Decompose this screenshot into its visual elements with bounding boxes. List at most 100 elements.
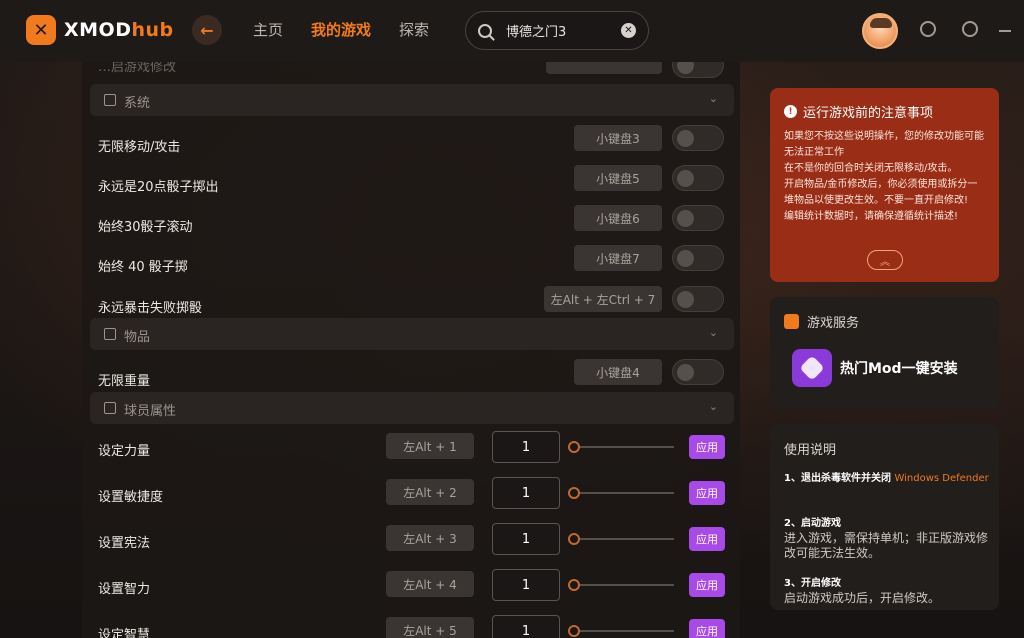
guide-step: 2、启动游戏 进入游戏，需保持单机；非正版游戏修改可能无法生效。	[784, 516, 989, 561]
value-input[interactable]: 1	[492, 569, 560, 601]
mod-label: 设置宪法	[98, 536, 151, 551]
value-row: 设置智力 左Alt + 4 1 应用	[82, 566, 740, 612]
value-slider[interactable]	[568, 440, 674, 454]
apply-button[interactable]: 应用	[689, 435, 725, 459]
clipped-hotkey-chip	[546, 62, 662, 74]
search-input[interactable]: 博德之门3	[506, 21, 621, 40]
apply-button[interactable]: 应用	[689, 573, 725, 597]
top-bar: ✕ XMODhub ← 主页 我的游戏 探索 博德之门3 ✕	[0, 0, 1024, 62]
clipped-toggle[interactable]	[672, 62, 724, 78]
section-player-attributes[interactable]: 球员属性 ⌄	[90, 392, 734, 424]
mod-label: 设定力量	[98, 444, 151, 459]
search-icon	[478, 23, 492, 38]
hotkey-chip[interactable]: 小键盘5	[574, 165, 662, 191]
notice-title-text: 运行游戏前的注意事项	[803, 106, 934, 121]
value-row: 设定智慧 左Alt + 5 1 应用	[82, 612, 740, 638]
value-slider[interactable]	[568, 532, 674, 546]
step-highlight: Windows Defender	[894, 473, 989, 484]
section-label: 系统	[124, 96, 151, 111]
apply-button[interactable]: 应用	[689, 481, 725, 505]
apply-button[interactable]: 应用	[689, 527, 725, 551]
step-title: 2、启动游戏	[784, 518, 841, 529]
value-slider[interactable]	[568, 578, 674, 592]
nav-explore[interactable]: 探索	[399, 19, 429, 40]
services-title: 游戏服务	[807, 316, 860, 331]
value-input[interactable]: 1	[492, 477, 560, 509]
step-desc: 进入游戏，需保持单机；非正版游戏修改可能无法生效。	[784, 531, 989, 560]
mod-toggle[interactable]	[672, 125, 724, 151]
box-plus-icon	[104, 328, 116, 340]
clear-search-icon[interactable]: ✕	[621, 23, 636, 38]
mod-list-panel[interactable]: …启游戏修改 系统 ⌄ 无限移动/攻击 小键盘3 永远是20点骰子掷出 小键盘5…	[82, 62, 740, 638]
mod-label: 设定智慧	[98, 628, 151, 638]
mod-label: 无限移动/攻击	[98, 140, 181, 155]
value-input[interactable]: 1	[492, 615, 560, 638]
value-row: 设定力量 左Alt + 1 1 应用	[82, 428, 740, 474]
hotkey-chip[interactable]: 左Alt + 左Ctrl + 7	[544, 286, 662, 312]
user-avatar[interactable]	[862, 13, 898, 49]
box-icon	[784, 314, 799, 329]
value-input[interactable]: 1	[492, 523, 560, 555]
brand-logo[interactable]: ✕ XMODhub	[26, 15, 174, 45]
section-items[interactable]: 物品 ⌄	[90, 318, 734, 350]
guide-step: 3、开启修改 启动游戏成功后，开启修改。	[784, 576, 989, 606]
hotkey-chip[interactable]: 小键盘4	[574, 359, 662, 385]
grid-icon	[104, 94, 116, 106]
mod-toggle[interactable]	[672, 205, 724, 231]
mod-label: 设置智力	[98, 582, 151, 597]
mod-toggle[interactable]	[672, 245, 724, 271]
mod-label: 永远是20点骰子掷出	[98, 180, 219, 195]
mod-toggle[interactable]	[672, 359, 724, 385]
mod-install-link[interactable]: 热门Mod一键安装	[840, 358, 958, 378]
section-system[interactable]: 系统 ⌄	[90, 84, 734, 116]
hotkey-chip[interactable]: 小键盘7	[574, 245, 662, 271]
hotkey-chip[interactable]: 左Alt + 1	[386, 433, 474, 459]
notice-line: 开启物品/金币修改后，你必须使用或拆分一堆物品以使更改生效。不要一直开启修改!	[784, 179, 978, 206]
services-card: 游戏服务 热门Mod一键安装	[770, 297, 999, 408]
collapse-button[interactable]: ︽	[867, 250, 903, 270]
mod-install-icon[interactable]	[792, 349, 832, 387]
hotkey-chip[interactable]: 左Alt + 4	[386, 571, 474, 597]
guide-title: 使用说明	[784, 443, 837, 458]
nav-my-games[interactable]: 我的游戏	[311, 19, 371, 40]
step-title: 3、开启修改	[784, 578, 841, 589]
chevron-down-icon: ⌄	[708, 326, 718, 339]
guide-step: 1、退出杀毒软件并关闭 Windows Defender	[784, 471, 989, 486]
hotkey-chip[interactable]: 小键盘3	[574, 125, 662, 151]
slider-knob[interactable]	[568, 625, 580, 637]
value-slider[interactable]	[568, 624, 674, 638]
guide-card: 使用说明 1、退出杀毒软件并关闭 Windows Defender 2、启动游戏…	[770, 424, 999, 610]
search-box[interactable]: 博德之门3 ✕	[465, 11, 649, 50]
notice-body: 如果您不按这些说明操作，您的修改功能可能无法正常工作 在不是你的回合时关闭无限移…	[784, 129, 985, 225]
notice-line: 如果您不按这些说明操作，您的修改功能可能无法正常工作	[784, 131, 984, 158]
notice-line: 编辑统计数据时，请确保遵循统计描述!	[784, 211, 959, 222]
mod-row: 永远是20点骰子掷出 小键盘5	[82, 164, 740, 204]
chevron-down-icon: ⌄	[708, 92, 718, 105]
notice-title: ! 运行游戏前的注意事项	[784, 102, 985, 121]
slider-knob[interactable]	[568, 487, 580, 499]
slider-knob[interactable]	[568, 533, 580, 545]
hotkey-chip[interactable]: 左Alt + 5	[386, 617, 474, 638]
mod-label: 始终30骰子滚动	[98, 220, 193, 235]
mod-toggle[interactable]	[672, 286, 724, 312]
value-row: 设置敏捷度 左Alt + 2 1 应用	[82, 474, 740, 520]
hotkey-chip[interactable]: 左Alt + 3	[386, 525, 474, 551]
slider-knob[interactable]	[568, 579, 580, 591]
value-input[interactable]: 1	[492, 431, 560, 463]
settings-icon[interactable]	[962, 21, 978, 37]
mod-toggle[interactable]	[672, 165, 724, 191]
notice-line: 在不是你的回合时关闭无限移动/攻击。	[784, 163, 958, 174]
section-label: 物品	[124, 330, 151, 345]
value-slider[interactable]	[568, 486, 674, 500]
notification-icon[interactable]	[920, 21, 936, 37]
mod-label: 无限重量	[98, 374, 151, 389]
nav-home[interactable]: 主页	[253, 19, 283, 40]
apply-button[interactable]: 应用	[689, 619, 725, 638]
slider-knob[interactable]	[568, 441, 580, 453]
step-title: 1、退出杀毒软件并关闭	[784, 473, 891, 484]
minimize-icon[interactable]	[999, 30, 1011, 32]
hotkey-chip[interactable]: 小键盘6	[574, 205, 662, 231]
back-button[interactable]: ←	[192, 15, 222, 45]
hotkey-chip[interactable]: 左Alt + 2	[386, 479, 474, 505]
clipped-row-label: …启游戏修改	[98, 62, 177, 75]
